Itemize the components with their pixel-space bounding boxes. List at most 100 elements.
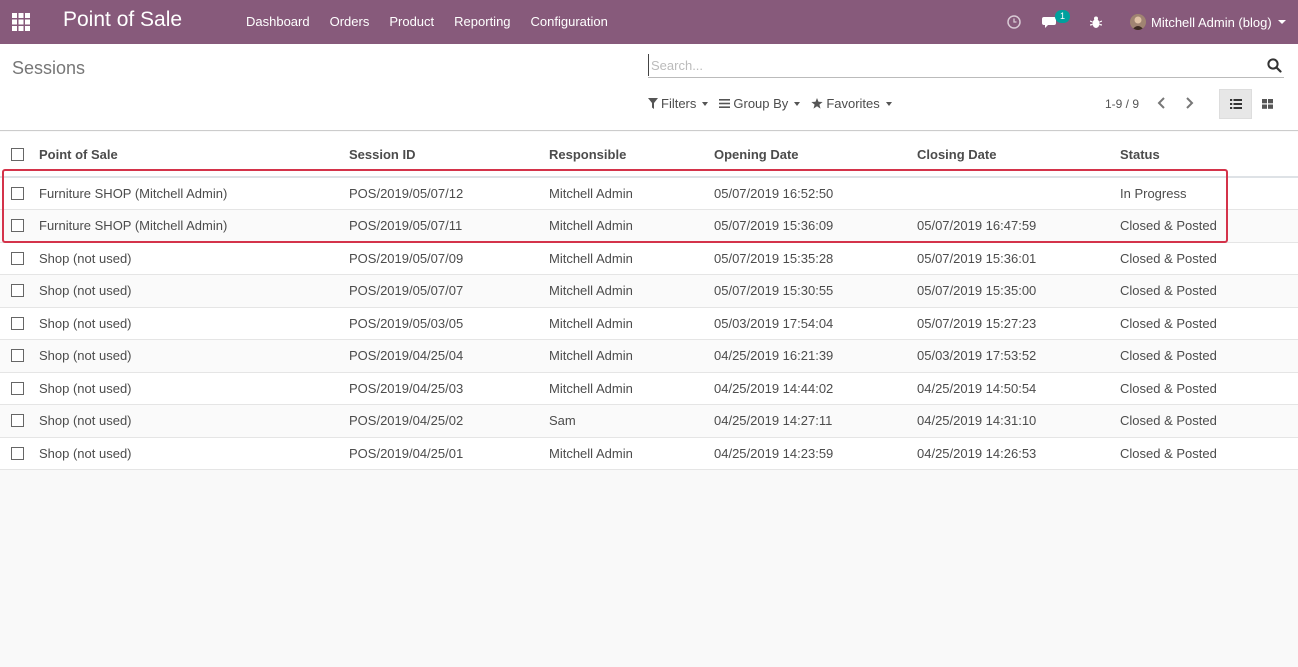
table-row[interactable]: Shop (not used) POS/2019/04/25/02 Sam 04/25… [0, 404, 1298, 437]
cell-opening-date: 04/25/2019 14:44:02 [714, 380, 834, 396]
cell-point-of-sale: Shop (not used) [39, 380, 132, 396]
apps-grid-icon[interactable] [12, 13, 30, 31]
table-row[interactable]: Shop (not used) POS/2019/04/25/04 Mitchell… [0, 339, 1298, 372]
cell-closing-date: 05/07/2019 15:35:00 [917, 283, 1037, 299]
groupby-button[interactable]: Group By [719, 96, 801, 111]
cell-session-id: POS/2019/04/25/01 [349, 445, 464, 461]
cell-session-id: POS/2019/05/07/12 [349, 186, 464, 201]
column-header-point-of-sale[interactable]: Point of Sale [39, 132, 349, 177]
cell-status: Closed & Posted [1120, 250, 1217, 266]
breadcrumb: Sessions [12, 58, 86, 78]
favorites-button[interactable]: Favorites [811, 96, 892, 111]
cell-session-id: POS/2019/04/25/02 [349, 413, 464, 429]
cell-status: Closed & Posted [1120, 413, 1217, 429]
row-checkbox[interactable] [11, 381, 24, 395]
user-menu[interactable]: Mitchell Admin (blog) [1130, 0, 1286, 44]
filters-caret-icon [702, 101, 709, 106]
cell-responsible: Mitchell Admin [549, 315, 633, 331]
table-header: Point of Sale Session ID Responsible Ope… [0, 132, 1298, 177]
menu-orders[interactable]: Orders [320, 0, 380, 44]
search-input[interactable] [648, 54, 1248, 76]
cell-closing-date: 05/03/2019 17:53:52 [917, 348, 1037, 364]
filters-button[interactable]: Filters [648, 96, 709, 111]
cell-point-of-sale: Shop (not used) [39, 283, 132, 299]
column-header-session-id[interactable]: Session ID [349, 132, 549, 177]
kanban-view-button[interactable] [1252, 89, 1282, 119]
sessions-table: Point of Sale Session ID Responsible Ope… [0, 132, 1298, 470]
favorites-label: Favorites [826, 96, 880, 111]
chat-badge: 1 [1055, 10, 1071, 23]
row-checkbox[interactable] [11, 284, 24, 298]
cell-opening-date: 04/25/2019 16:21:39 [714, 348, 834, 364]
cell-status: Closed & Posted [1120, 218, 1217, 234]
cell-session-id: POS/2019/05/07/07 [349, 283, 464, 299]
cell-opening-date: 05/03/2019 17:54:04 [714, 315, 834, 331]
cell-point-of-sale: Furniture SHOP (Mitchell Admin) [39, 218, 228, 234]
menu-configuration[interactable]: Configuration [521, 0, 618, 44]
cell-responsible: Mitchell Admin [549, 445, 633, 461]
cell-point-of-sale: Shop (not used) [39, 413, 132, 429]
cell-responsible: Mitchell Admin [549, 348, 633, 364]
column-header-opening-date[interactable]: Opening Date [714, 132, 917, 177]
control-panel: Sessions Filters Group By Favorites 1-9 … [0, 44, 1298, 131]
column-header-closing-date[interactable]: Closing Date [917, 132, 1120, 177]
menu-dashboard[interactable]: Dashboard [236, 0, 320, 44]
table-row[interactable]: Shop (not used) POS/2019/05/07/09 Mitchell… [0, 242, 1298, 275]
row-checkbox[interactable] [11, 316, 24, 330]
menu-reporting[interactable]: Reporting [444, 0, 520, 44]
table-row[interactable]: Furniture SHOP (Mitchell Admin) POS/2019/… [0, 209, 1298, 242]
cell-closing-date: 05/07/2019 15:36:01 [917, 250, 1037, 266]
list-view-icon [1229, 99, 1242, 109]
row-checkbox[interactable] [11, 349, 24, 363]
app-title: Point of Sale [63, 8, 183, 31]
cell-opening-date: 05/07/2019 15:36:09 [714, 218, 834, 234]
activity-button[interactable] [1007, 0, 1021, 44]
cell-responsible: Mitchell Admin [549, 283, 633, 299]
cell-responsible: Mitchell Admin [549, 250, 633, 266]
pager-value[interactable]: 1-9 / 9 [1105, 97, 1139, 111]
table-row[interactable]: Shop (not used) POS/2019/04/25/01 Mitchell… [0, 437, 1298, 470]
table-row[interactable]: Shop (not used) POS/2019/04/25/03 Mitchell… [0, 372, 1298, 405]
filters-label: Filters [661, 96, 697, 111]
table-row[interactable]: Shop (not used) POS/2019/05/03/05 Mitchell… [0, 307, 1298, 340]
cell-session-id: POS/2019/04/25/03 [349, 380, 464, 396]
list-view-button[interactable] [1219, 89, 1252, 119]
cell-session-id: POS/2019/05/07/11 [349, 218, 463, 234]
select-all-checkbox[interactable] [11, 147, 24, 161]
row-checkbox[interactable] [11, 414, 24, 428]
cell-opening-date: 04/25/2019 14:27:11 [714, 413, 833, 429]
debug-button[interactable] [1090, 0, 1102, 44]
filter-icon [648, 98, 658, 109]
row-checkbox[interactable] [11, 219, 24, 233]
cell-point-of-sale: Furniture SHOP (Mitchell Admin) [39, 186, 228, 201]
cell-status: Closed & Posted [1120, 283, 1217, 299]
menu-product[interactable]: Product [379, 0, 444, 44]
table-row[interactable]: Shop (not used) POS/2019/05/07/07 Mitchell… [0, 274, 1298, 307]
search-icon[interactable] [1267, 58, 1282, 73]
clock-icon [1007, 15, 1021, 29]
pager-next-icon[interactable] [1182, 95, 1196, 111]
row-checkbox[interactable] [11, 251, 24, 265]
cell-opening-date: 05/07/2019 16:52:50 [714, 186, 834, 201]
row-checkbox[interactable] [11, 187, 24, 200]
table-row[interactable]: Furniture SHOP (Mitchell Admin) POS/2019/… [0, 177, 1298, 210]
cell-point-of-sale: Shop (not used) [39, 250, 132, 266]
cell-status: In Progress [1120, 186, 1187, 201]
star-icon [811, 98, 823, 109]
sessions-list: Point of Sale Session ID Responsible Ope… [0, 132, 1298, 470]
bug-icon [1090, 16, 1102, 28]
search-options: Filters Group By Favorites [648, 96, 903, 111]
cell-closing-date: 04/25/2019 14:31:10 [917, 413, 1037, 429]
cell-session-id: POS/2019/05/07/09 [349, 250, 464, 266]
cell-point-of-sale: Shop (not used) [39, 348, 132, 364]
pager-previous-icon[interactable] [1155, 95, 1169, 111]
row-checkbox[interactable] [11, 446, 24, 460]
cell-status: Closed & Posted [1120, 380, 1217, 396]
messaging-button[interactable]: 1 [1042, 0, 1071, 44]
avatar [1130, 14, 1146, 30]
column-header-status[interactable]: Status [1120, 132, 1298, 177]
top-navbar: Point of Sale Dashboard Orders Product R… [0, 0, 1298, 44]
cell-opening-date: 05/07/2019 15:30:55 [714, 283, 834, 299]
cell-opening-date: 05/07/2019 15:35:28 [714, 250, 834, 266]
column-header-responsible[interactable]: Responsible [549, 132, 714, 177]
